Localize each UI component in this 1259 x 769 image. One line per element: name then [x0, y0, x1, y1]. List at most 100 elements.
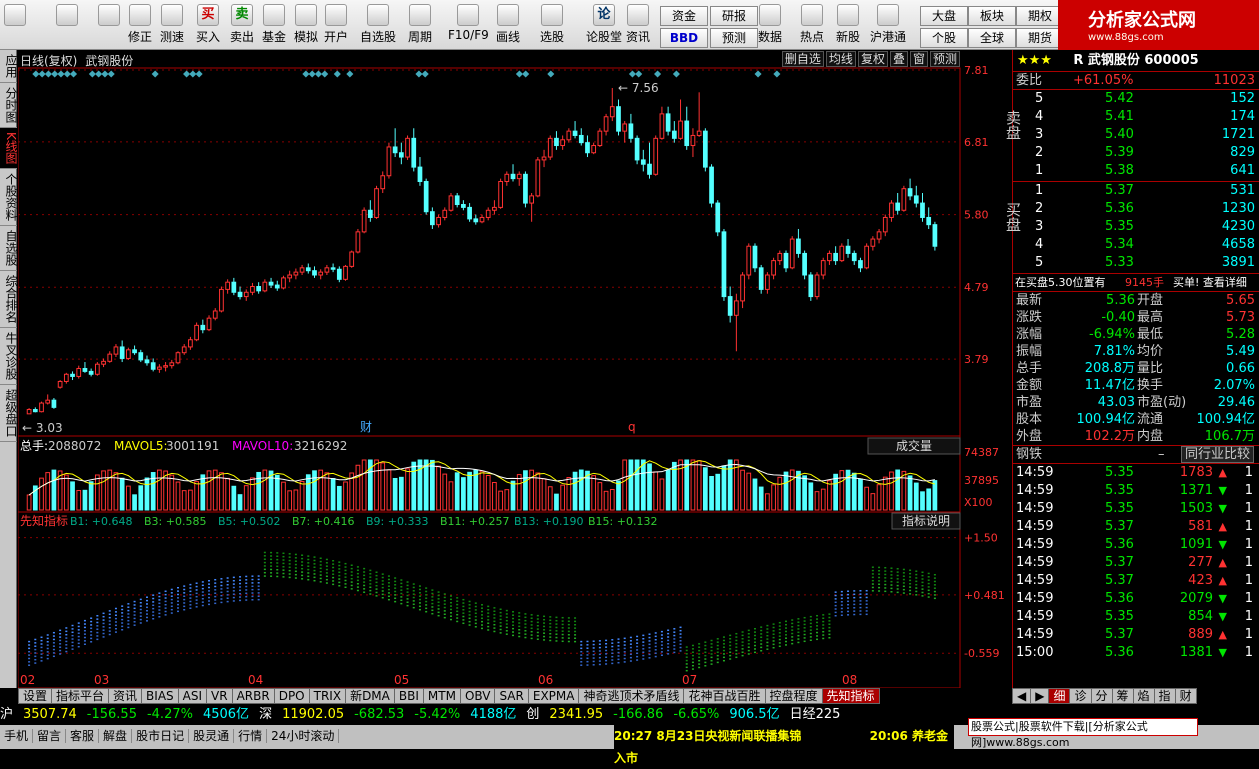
toolbar-small-7[interactable]: 个股 — [920, 28, 968, 48]
status-item-1[interactable]: 留言 — [33, 729, 67, 743]
toolbar-small-4[interactable]: 大盘 — [920, 6, 968, 26]
event-marker-11[interactable] — [151, 70, 159, 78]
toolbar-button-14[interactable]: 选股 — [540, 2, 564, 48]
event-marker-26[interactable] — [628, 70, 636, 78]
panel-tab-7[interactable]: 指 — [1153, 688, 1176, 704]
toolbar-small-2[interactable]: BBD — [660, 28, 708, 48]
event-marker-23[interactable] — [515, 70, 523, 78]
toolbar-small-5[interactable]: 板块 — [968, 6, 1016, 26]
event-marker-30[interactable] — [754, 70, 762, 78]
event-marker-9[interactable] — [101, 70, 109, 78]
sidebar-item-2[interactable]: K线图 — [0, 128, 18, 169]
buy-row-2[interactable]: 3 5.35 4230 — [1013, 218, 1259, 236]
status-item-6[interactable]: 行情 — [234, 729, 268, 743]
stock-title[interactable]: R 武钢股份 600005 — [1073, 53, 1198, 68]
event-marker-27[interactable] — [635, 70, 643, 78]
sell-row-4[interactable]: 1 5.38 641 — [1013, 162, 1259, 180]
index-item-10[interactable]: 创 — [526, 707, 539, 722]
event-marker-22[interactable] — [421, 70, 429, 78]
advert-banner[interactable]: 股票公式|股票软件下载|[分析家公式网]www.88gs.com — [968, 718, 1198, 749]
annotation-cai[interactable]: 财 — [360, 420, 372, 434]
toolbar-button-18[interactable]: 热点 — [800, 2, 824, 48]
sell-row-2[interactable]: 3 5.40 1721 — [1013, 126, 1259, 144]
toolbar-button-7[interactable]: 基金 — [262, 2, 286, 48]
panel-tab-2[interactable]: 细 — [1048, 688, 1071, 704]
toolbar-button-15[interactable]: 论论股堂 — [586, 2, 622, 48]
event-marker-19[interactable] — [333, 70, 341, 78]
toolbar-small-9[interactable]: 期货 — [1016, 28, 1064, 48]
toolbar-small-1[interactable]: 研报 — [710, 6, 758, 26]
indicator-tab-1[interactable]: 指标平台 — [51, 688, 110, 704]
event-marker-1[interactable] — [38, 70, 46, 78]
buy-row-0[interactable]: 1 5.37 531 — [1013, 182, 1259, 200]
sidebar-item-7[interactable]: 超级盘口 — [0, 385, 18, 442]
event-marker-7[interactable] — [88, 70, 96, 78]
event-marker-21[interactable] — [415, 70, 423, 78]
toolbar-button-16[interactable]: 资讯 — [626, 2, 650, 48]
panel-tab-4[interactable]: 分 — [1090, 688, 1113, 704]
event-marker-28[interactable] — [654, 70, 662, 78]
chart-tool-3[interactable]: 叠 — [889, 51, 908, 67]
event-marker-14[interactable] — [195, 70, 203, 78]
toolbar-small-8[interactable]: 全球 — [968, 28, 1016, 48]
annotation-q[interactable]: q — [628, 420, 636, 434]
sidebar-item-3[interactable]: 个股资料 — [0, 169, 18, 226]
chart-tool-2[interactable]: 复权 — [857, 51, 888, 67]
event-marker-31[interactable] — [773, 70, 781, 78]
toolbar-button-11[interactable]: 周期 — [408, 2, 432, 48]
industry-compare[interactable]: 同行业比较 — [1181, 446, 1255, 463]
indicator-tab-0[interactable]: 设置 — [18, 688, 53, 704]
panel-tab-1[interactable]: ▶ — [1030, 688, 1050, 704]
toolbar-button-3[interactable]: 修正 — [128, 2, 152, 48]
sidebar-item-6[interactable]: 牛叉诊股 — [0, 328, 18, 385]
indicator-tab-7[interactable]: DPO — [273, 688, 310, 704]
event-marker-2[interactable] — [44, 70, 52, 78]
index-item-5[interactable]: 深 — [259, 707, 272, 722]
chart-tool-5[interactable]: 预测 — [929, 51, 960, 67]
index-item-0[interactable]: 沪 — [0, 707, 13, 722]
indicator-tab-16[interactable]: 花神百战百胜 — [683, 688, 766, 704]
toolbar-button-5[interactable]: 买买入 — [196, 2, 220, 48]
toolbar-button-4[interactable]: 测速 — [160, 2, 184, 48]
event-marker-18[interactable] — [321, 70, 329, 78]
panel-tab-6[interactable]: 焰 — [1132, 688, 1155, 704]
sell-row-1[interactable]: 4 5.41 174 — [1013, 108, 1259, 126]
toolbar-button-2[interactable] — [98, 2, 120, 48]
toolbar-button-12[interactable]: F10/F9 — [448, 2, 489, 48]
chart-tool-4[interactable]: 窗 — [909, 51, 928, 67]
buy-row-1[interactable]: 2 5.36 1230 — [1013, 200, 1259, 218]
indicator-tab-4[interactable]: ASI — [177, 688, 208, 704]
panel-tab-0[interactable]: ◀ — [1012, 688, 1032, 704]
event-marker-10[interactable] — [107, 70, 115, 78]
indicator-tab-8[interactable]: TRIX — [308, 688, 347, 704]
buy-row-4[interactable]: 5 5.33 3891 — [1013, 254, 1259, 272]
event-marker-12[interactable] — [183, 70, 191, 78]
index-item-15[interactable]: 日经225 — [790, 707, 841, 722]
event-marker-20[interactable] — [346, 70, 354, 78]
status-item-0[interactable]: 手机 — [0, 729, 34, 743]
indicator-tab-14[interactable]: EXPMA — [527, 688, 580, 704]
event-marker-8[interactable] — [95, 70, 103, 78]
status-item-4[interactable]: 股市日记 — [132, 729, 190, 743]
toolbar-small-6[interactable]: 期权 — [1016, 6, 1064, 26]
buy-row-3[interactable]: 4 5.34 4658 — [1013, 236, 1259, 254]
news-ticker[interactable]: 20:27 8月23日央视新闻联播集锦 20:06 养老金入市 — [614, 725, 954, 765]
status-item-5[interactable]: 股灵通 — [189, 729, 235, 743]
toolbar-button-19[interactable]: 新股 — [836, 2, 860, 48]
event-marker-16[interactable] — [308, 70, 316, 78]
event-marker-6[interactable] — [69, 70, 78, 78]
sidebar-item-1[interactable]: 分时图 — [0, 83, 18, 128]
event-marker-24[interactable] — [522, 70, 530, 78]
notice-action[interactable]: 买单! 查看详细 — [1173, 274, 1247, 292]
status-item-2[interactable]: 客服 — [66, 729, 100, 743]
indicator-tab-12[interactable]: OBV — [459, 688, 496, 704]
event-marker-15[interactable] — [302, 70, 310, 78]
panel-tab-3[interactable]: 诊 — [1069, 688, 1092, 704]
toolbar-button-17[interactable]: 数据 — [758, 2, 782, 48]
indicator-tab-15[interactable]: 神奇逃顶术矛盾线 — [578, 688, 685, 704]
indicator-tab-3[interactable]: BIAS — [141, 688, 179, 704]
indicator-tab-5[interactable]: VR — [206, 688, 233, 704]
toolbar-button-10[interactable]: 自选股 — [360, 2, 396, 48]
status-item-7[interactable]: 24小时滚动 — [267, 729, 340, 743]
indicator-tab-13[interactable]: SAR — [494, 688, 529, 704]
